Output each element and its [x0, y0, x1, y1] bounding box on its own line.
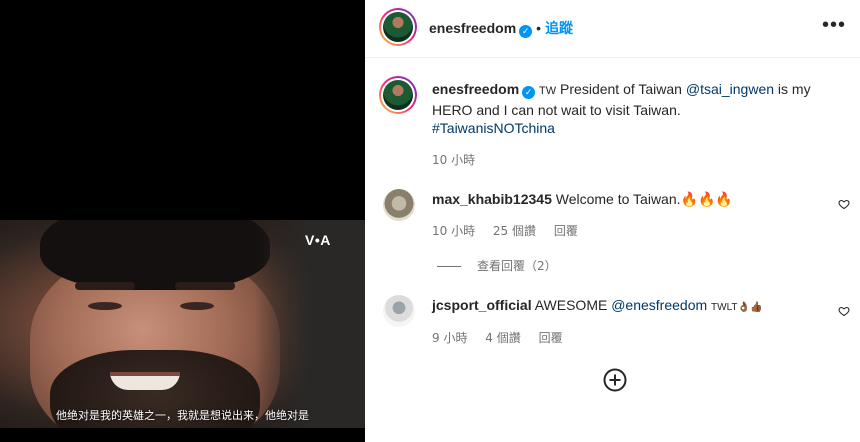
- comment-avatar[interactable]: [383, 295, 415, 327]
- caption-avatar[interactable]: [379, 76, 417, 114]
- add-circle-icon[interactable]: [603, 368, 627, 392]
- comment-avatar[interactable]: [383, 189, 415, 221]
- video-frame[interactable]: V•A 他绝对是我的英雄之一，我就是想说出来，他绝对是: [0, 220, 365, 428]
- comment-username[interactable]: max_khabib12345: [432, 191, 552, 207]
- video-brow-left: [75, 282, 135, 290]
- comment-likes[interactable]: 25 個讚: [493, 224, 536, 238]
- caption-text-1: President of Taiwan: [560, 81, 682, 97]
- comment-likes[interactable]: 4 個讚: [485, 331, 520, 345]
- verified-badge-icon: ✓: [519, 25, 533, 38]
- video-eye-left: [88, 302, 122, 310]
- header-avatar[interactable]: [379, 8, 417, 46]
- post-header: enesfreedom ✓ • 追蹤 •••: [365, 0, 860, 58]
- reply-button[interactable]: 回覆: [539, 331, 563, 345]
- replies-divider: [437, 266, 461, 267]
- comment-tag: TWLT👌🏾👍🏾: [711, 302, 763, 313]
- follow-button[interactable]: 追蹤: [545, 21, 573, 37]
- post-panel: enesfreedom ✓ • 追蹤 ••• enesfreedom ✓ TW Pres…: [365, 0, 860, 442]
- caption-mention[interactable]: @tsai_ingwen: [686, 81, 774, 97]
- video-eye-right: [180, 302, 214, 310]
- comment-meta: 10 小時 25 個讚 回覆: [432, 222, 592, 239]
- view-replies-button[interactable]: 查看回覆（2）: [437, 257, 557, 274]
- view-replies-label: 查看回覆（2）: [477, 259, 557, 273]
- comment-text: Welcome to Taiwan.🔥🔥🔥: [555, 191, 733, 207]
- header-separator: •: [536, 20, 542, 36]
- comment-username[interactable]: jcsport_official: [432, 297, 532, 313]
- header-user-block: enesfreedom ✓ • 追蹤: [429, 18, 573, 38]
- caption-username[interactable]: enesfreedom: [432, 81, 519, 97]
- post-time: 10 小時: [432, 151, 489, 168]
- comment-text: AWESOME: [534, 297, 608, 313]
- post-caption: enesfreedom ✓ TW President of Taiwan @tsa…: [432, 80, 847, 138]
- comment-meta: 9 小時 4 個讚 回覆: [432, 329, 577, 346]
- comment-body: jcsport_official AWESOME @enesfreedom TW…: [432, 296, 762, 317]
- comment-body: max_khabib12345 Welcome to Taiwan.🔥🔥🔥: [432, 190, 733, 208]
- reply-button[interactable]: 回覆: [554, 224, 578, 238]
- voa-logo: V•A: [305, 232, 331, 248]
- comment-time[interactable]: 10 小時: [432, 224, 475, 238]
- caption-hashtag[interactable]: #TaiwanisNOTchina: [432, 120, 555, 136]
- comment-mention[interactable]: @enesfreedom: [611, 297, 707, 313]
- video-mouth: [110, 372, 180, 390]
- comment-time[interactable]: 9 小時: [432, 331, 467, 345]
- video-hair: [40, 220, 270, 290]
- avatar-image: [383, 80, 413, 110]
- video-background: [255, 220, 365, 428]
- video-player[interactable]: V•A 他绝对是我的英雄之一，我就是想说出来，他绝对是: [0, 0, 365, 442]
- more-options-icon[interactable]: •••: [822, 14, 846, 37]
- heart-icon[interactable]: [838, 305, 850, 317]
- video-brow-right: [175, 282, 235, 290]
- caption-prefix: TW: [539, 85, 557, 97]
- header-username[interactable]: enesfreedom: [429, 20, 516, 36]
- post-time-text[interactable]: 10 小時: [432, 153, 475, 167]
- heart-icon[interactable]: [838, 198, 850, 210]
- verified-badge-icon: ✓: [522, 86, 536, 99]
- avatar-image: [383, 12, 413, 42]
- video-subtitle: 他绝对是我的英雄之一，我就是想说出来，他绝对是: [56, 409, 309, 422]
